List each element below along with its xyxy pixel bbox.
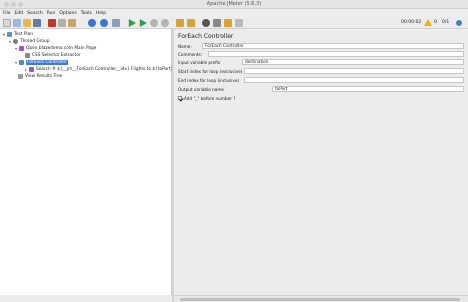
stop-icon[interactable] bbox=[150, 19, 158, 27]
collapse-arrow-icon[interactable]: ▾ bbox=[15, 46, 18, 51]
window-title-bar: Apache JMeter (5.6.3) bbox=[0, 0, 468, 9]
toolbar: 00:00:02 0 0/1 bbox=[0, 17, 468, 29]
element-editor-panel: ForEach Controller Name: ForEach Control… bbox=[174, 29, 468, 295]
listener-icon bbox=[18, 73, 23, 79]
warning-icon[interactable] bbox=[424, 19, 432, 26]
scrollbar-thumb[interactable] bbox=[180, 298, 460, 301]
menu-tools[interactable]: Tools bbox=[81, 11, 92, 16]
menu-search[interactable]: Search bbox=[27, 11, 42, 16]
help-icon[interactable] bbox=[235, 19, 243, 27]
cut-icon[interactable] bbox=[48, 19, 56, 27]
controller-icon bbox=[19, 59, 24, 65]
tree-node-view-results-tree[interactable]: View Results Tree bbox=[18, 73, 62, 79]
templates-icon[interactable] bbox=[13, 19, 21, 27]
input-prefix-field[interactable]: destination bbox=[242, 59, 464, 65]
add-underscore-row[interactable]: Add "_" before number ? bbox=[178, 95, 235, 101]
new-icon[interactable] bbox=[3, 19, 11, 27]
warning-count: 0 bbox=[434, 20, 437, 25]
extractor-icon bbox=[25, 52, 30, 58]
test-plan-icon bbox=[7, 31, 12, 37]
test-plan-tree[interactable]: ▾ Test Plan ▾ Thread Group ▾ Open blazed… bbox=[0, 29, 173, 295]
comments-label: Comments: bbox=[178, 51, 203, 57]
menu-file[interactable]: File bbox=[3, 11, 11, 16]
search-icon[interactable] bbox=[202, 19, 210, 27]
threads-indicator-icon bbox=[456, 20, 462, 26]
comments-field[interactable] bbox=[208, 51, 464, 57]
collapse-arrow-icon[interactable]: ▾ bbox=[3, 32, 6, 37]
end-index-field[interactable] bbox=[244, 77, 464, 83]
toggle-icon[interactable] bbox=[112, 19, 120, 27]
save-icon[interactable] bbox=[33, 19, 41, 27]
expand-arrow-icon[interactable]: ▸ bbox=[25, 67, 28, 72]
start-icon[interactable] bbox=[128, 19, 136, 27]
function-helper-icon[interactable] bbox=[224, 19, 232, 27]
copy-icon[interactable] bbox=[58, 19, 66, 27]
remove-icon[interactable] bbox=[100, 19, 108, 27]
tree-node-test-plan[interactable]: ▾ Test Plan bbox=[3, 31, 33, 37]
tree-node-foreach-controller[interactable]: ▾ ForEach Controller bbox=[15, 59, 68, 65]
tree-node-thread-group[interactable]: ▾ Thread Group bbox=[9, 38, 49, 44]
open-icon[interactable] bbox=[23, 19, 31, 27]
editor-title: ForEach Controller bbox=[178, 33, 234, 40]
output-variable-field[interactable]: toPort bbox=[272, 86, 464, 92]
tree-node-search-sampler[interactable]: ▸ Search # ${__jm__ForEach Controller__i… bbox=[25, 66, 173, 72]
menu-run[interactable]: Run bbox=[47, 11, 56, 16]
collapse-arrow-icon[interactable]: ▾ bbox=[9, 39, 12, 44]
elapsed-time: 00:00:02 bbox=[401, 20, 422, 25]
start-index-label: Start index for loop (exclusive) bbox=[178, 68, 243, 74]
menu-options[interactable]: Options bbox=[59, 11, 76, 16]
tree-node-sampler-main-page[interactable]: ▾ Open blazedemo.com Main Page bbox=[15, 45, 96, 51]
name-field[interactable]: ForEach Controller bbox=[202, 43, 464, 49]
shutdown-icon[interactable] bbox=[161, 19, 169, 27]
horizontal-scrollbar[interactable] bbox=[174, 295, 468, 302]
reset-search-icon[interactable] bbox=[213, 19, 221, 27]
sampler-icon bbox=[29, 66, 34, 72]
menu-bar: File Edit Search Run Options Tools Help bbox=[0, 9, 468, 17]
add-underscore-label: Add "_" before number ? bbox=[184, 95, 236, 101]
end-index-label: End index for loop (inclusive) bbox=[178, 77, 240, 83]
start-no-pause-icon[interactable] bbox=[139, 19, 147, 27]
start-index-field[interactable] bbox=[244, 68, 464, 74]
menu-edit[interactable]: Edit bbox=[15, 11, 24, 16]
paste-icon[interactable] bbox=[68, 19, 76, 27]
add-icon[interactable] bbox=[88, 19, 96, 27]
menu-help[interactable]: Help bbox=[96, 11, 106, 16]
clear-icon[interactable] bbox=[176, 19, 184, 27]
sampler-icon bbox=[19, 45, 24, 51]
output-variable-label: Output variable name bbox=[178, 86, 224, 92]
input-prefix-label: Input variable prefix bbox=[178, 59, 221, 65]
add-underscore-checkbox[interactable] bbox=[178, 96, 182, 100]
window-title: Apache JMeter (5.6.3) bbox=[206, 1, 262, 7]
name-label: Name: bbox=[178, 43, 192, 49]
active-threads: 0/1 bbox=[442, 20, 450, 25]
clear-all-icon[interactable] bbox=[187, 19, 195, 27]
tree-node-css-extractor[interactable]: CSS Selector Extractor bbox=[25, 52, 81, 58]
collapse-arrow-icon[interactable]: ▾ bbox=[15, 60, 18, 65]
thread-group-icon bbox=[13, 38, 18, 44]
